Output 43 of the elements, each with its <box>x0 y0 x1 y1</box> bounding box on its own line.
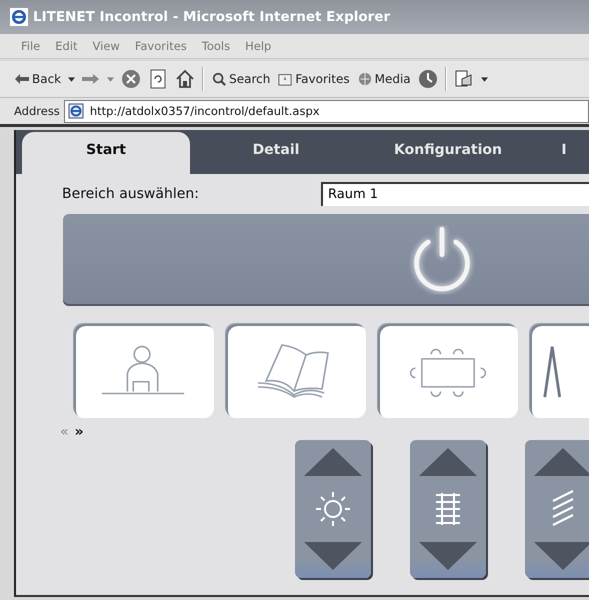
favorites-button[interactable]: Favorites <box>277 72 350 86</box>
scene-button[interactable] <box>226 324 366 418</box>
globe-icon <box>356 72 373 86</box>
address-field[interactable]: http://atdolx0357/incontrol/default.aspx <box>64 100 589 122</box>
back-button[interactable]: Back <box>14 72 62 86</box>
back-arrow-icon <box>14 72 30 86</box>
down-arrow-icon[interactable] <box>304 542 362 570</box>
power-button[interactable] <box>63 214 589 306</box>
tab[interactable]: Detail <box>190 132 362 174</box>
window-title: LITENET Incontrol - Microsoft Internet Explorer <box>33 9 390 25</box>
menu-item[interactable]: Tools <box>202 39 230 53</box>
down-arrow-icon[interactable] <box>534 542 589 570</box>
up-arrow-icon[interactable] <box>419 448 477 476</box>
scene-button[interactable] <box>74 324 214 418</box>
down-arrow-icon[interactable] <box>419 542 477 570</box>
media-button[interactable]: Media <box>356 72 411 86</box>
sun-icon <box>313 489 353 529</box>
scene-button[interactable] <box>378 324 518 418</box>
browser-logo-icon <box>10 8 28 26</box>
area-select[interactable]: Raum 1 <box>321 182 589 206</box>
refresh-icon[interactable] <box>148 69 168 89</box>
pager-link[interactable]: » <box>74 424 84 440</box>
area-label: Bereich auswählen: <box>62 186 200 202</box>
page-icon <box>68 103 84 119</box>
up-arrow-icon[interactable] <box>304 448 362 476</box>
caret-icon[interactable] <box>480 76 488 82</box>
search-button[interactable]: Search <box>211 72 270 86</box>
search-icon <box>211 72 228 86</box>
menu-item[interactable]: File <box>21 39 40 53</box>
history-icon[interactable] <box>418 69 438 89</box>
stop-icon[interactable] <box>121 69 142 89</box>
menu-item[interactable]: Favorites <box>134 39 187 53</box>
menu-item[interactable]: View <box>92 39 120 53</box>
forward-icon[interactable] <box>82 73 100 85</box>
tab[interactable]: Konfiguration <box>362 132 534 174</box>
up-arrow-icon[interactable] <box>534 448 589 476</box>
address-label: Address <box>14 104 60 118</box>
menu-item[interactable]: Help <box>245 39 272 53</box>
tab[interactable]: I <box>534 132 589 174</box>
menu-item[interactable]: Edit <box>55 39 78 53</box>
tab[interactable]: Start <box>22 132 190 174</box>
home-icon[interactable] <box>175 69 196 89</box>
caret-icon[interactable] <box>68 76 76 82</box>
